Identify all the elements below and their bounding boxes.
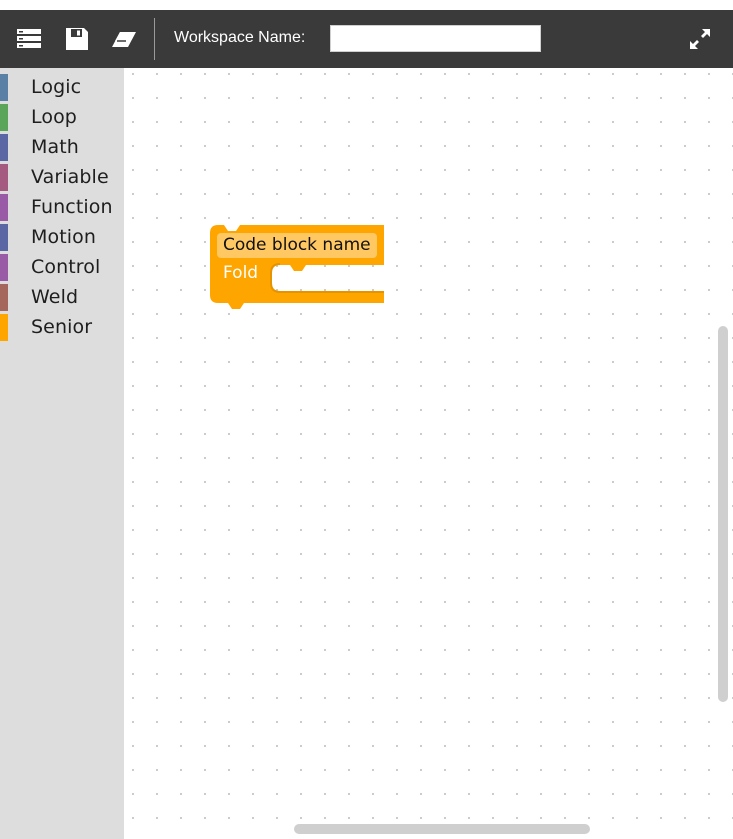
- category-label: Control: [31, 256, 101, 278]
- category-weld[interactable]: Weld: [0, 282, 124, 312]
- expand-icon[interactable]: [687, 26, 713, 52]
- category-variable[interactable]: Variable: [0, 162, 124, 192]
- toolbar-separator: [154, 18, 155, 60]
- category-loop[interactable]: Loop: [0, 102, 124, 132]
- category-sidebar: Logic Loop Math Variable Function Motion…: [0, 68, 124, 839]
- category-label: Senior: [31, 316, 93, 338]
- toolbar: Workspace Name:: [0, 10, 733, 68]
- category-label: Weld: [31, 286, 79, 308]
- category-motion[interactable]: Motion: [0, 222, 124, 252]
- eraser-icon[interactable]: [111, 26, 137, 52]
- category-label: Variable: [31, 166, 109, 188]
- category-control[interactable]: Control: [0, 252, 124, 282]
- category-color-swatch: [0, 134, 8, 161]
- vertical-scrollbar[interactable]: [718, 326, 728, 702]
- category-math[interactable]: Math: [0, 132, 124, 162]
- category-function[interactable]: Function: [0, 192, 124, 222]
- top-margin: [0, 0, 733, 10]
- category-color-swatch: [0, 164, 8, 191]
- category-senior[interactable]: Senior: [0, 312, 124, 342]
- block-workspace[interactable]: [124, 68, 733, 839]
- category-label: Motion: [31, 226, 97, 248]
- block-name-field[interactable]: Code block name: [217, 233, 377, 258]
- block-fold-label: Fold: [223, 263, 259, 283]
- category-color-swatch: [0, 104, 8, 131]
- category-label: Function: [31, 196, 113, 218]
- save-icon[interactable]: [64, 26, 90, 52]
- category-logic[interactable]: Logic: [0, 72, 124, 102]
- category-color-swatch: [0, 284, 8, 311]
- category-color-swatch: [0, 254, 8, 281]
- category-color-swatch: [0, 314, 8, 341]
- list-icon[interactable]: [16, 26, 42, 52]
- category-color-swatch: [0, 74, 8, 101]
- horizontal-scrollbar[interactable]: [294, 824, 590, 834]
- category-label: Math: [31, 136, 79, 158]
- category-color-swatch: [0, 194, 8, 221]
- category-label: Logic: [31, 76, 82, 98]
- code-block[interactable]: Code block name Fold: [210, 225, 386, 313]
- category-label: Loop: [31, 106, 77, 128]
- workspace-name-label: Workspace Name:: [174, 29, 306, 46]
- workspace-name-input[interactable]: [330, 25, 541, 52]
- category-color-swatch: [0, 224, 8, 251]
